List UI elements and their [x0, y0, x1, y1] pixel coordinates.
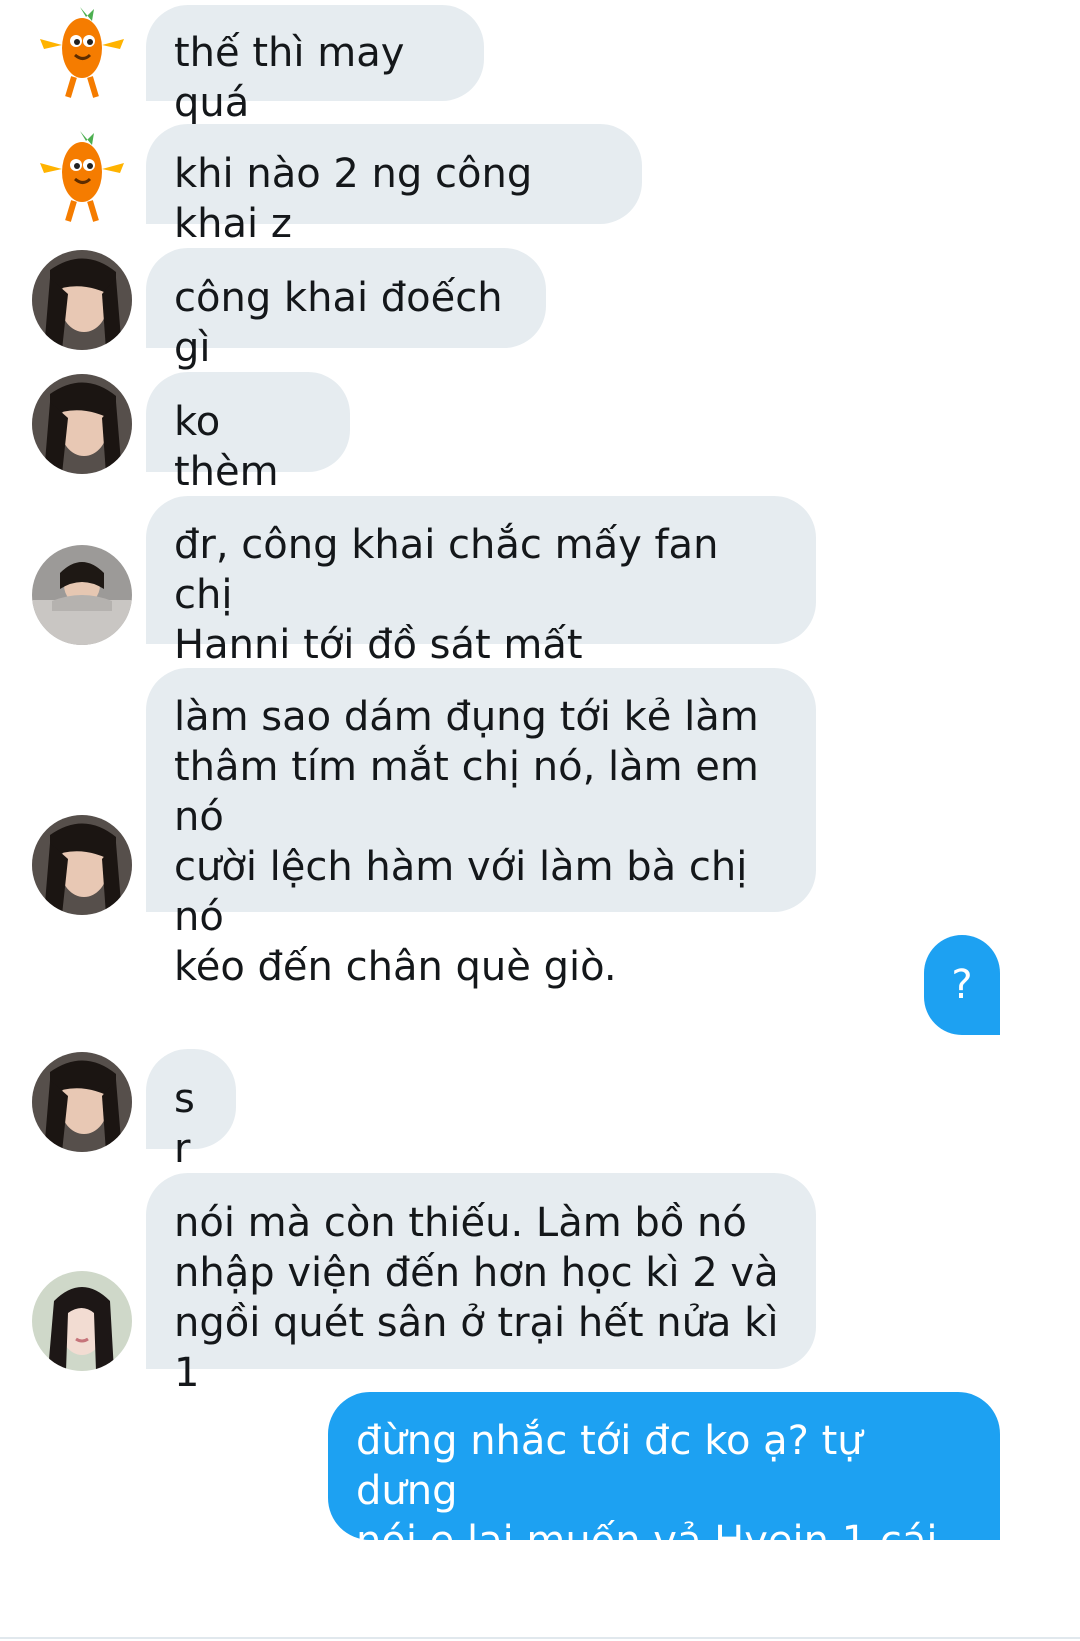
profile-photo-icon [32, 1271, 132, 1371]
carrot-mascot-icon [40, 7, 124, 98]
divider [0, 1637, 1080, 1639]
message-bubble-incoming[interactable]: làm sao dám đụng tới kẻ làm thâm tím mắt… [146, 668, 816, 990]
avatar[interactable] [32, 1271, 132, 1371]
profile-photo-icon [32, 1052, 132, 1152]
profile-photo-icon [32, 815, 132, 915]
profile-photo-icon [32, 545, 132, 645]
profile-photo-icon [32, 374, 132, 474]
avatar[interactable] [32, 127, 132, 227]
avatar[interactable] [32, 3, 132, 103]
message-bubble-incoming[interactable]: khi nào 2 ng công khai z [146, 124, 642, 247]
message-bubble-incoming[interactable]: đr, công khai chắc mấy fan chị Hanni tới… [146, 496, 816, 668]
avatar[interactable] [32, 250, 132, 350]
chat-thread: thế thì may quá khi nào 2 ng công khai z… [0, 0, 1080, 1641]
profile-photo-icon [32, 250, 132, 350]
message-bubble-incoming[interactable]: thế thì may quá [146, 5, 484, 126]
avatar[interactable] [32, 1052, 132, 1152]
avatar[interactable] [32, 815, 132, 915]
message-bubble-incoming[interactable]: công khai đoếch gì [146, 248, 546, 371]
message-bubble-outgoing[interactable]: ? [924, 935, 1000, 1035]
carrot-mascot-icon [40, 131, 124, 222]
message-bubble-incoming[interactable]: nói mà còn thiếu. Làm bồ nó nhập viện đế… [146, 1173, 816, 1396]
avatar[interactable] [32, 374, 132, 474]
avatar[interactable] [32, 545, 132, 645]
message-bubble-outgoing[interactable]: đừng nhắc tới đc ko ạ? tự dưng nói e lại… [328, 1392, 1000, 1564]
message-bubble-incoming[interactable]: ko thèm [146, 372, 350, 495]
message-bubble-incoming[interactable]: sr [146, 1049, 236, 1172]
